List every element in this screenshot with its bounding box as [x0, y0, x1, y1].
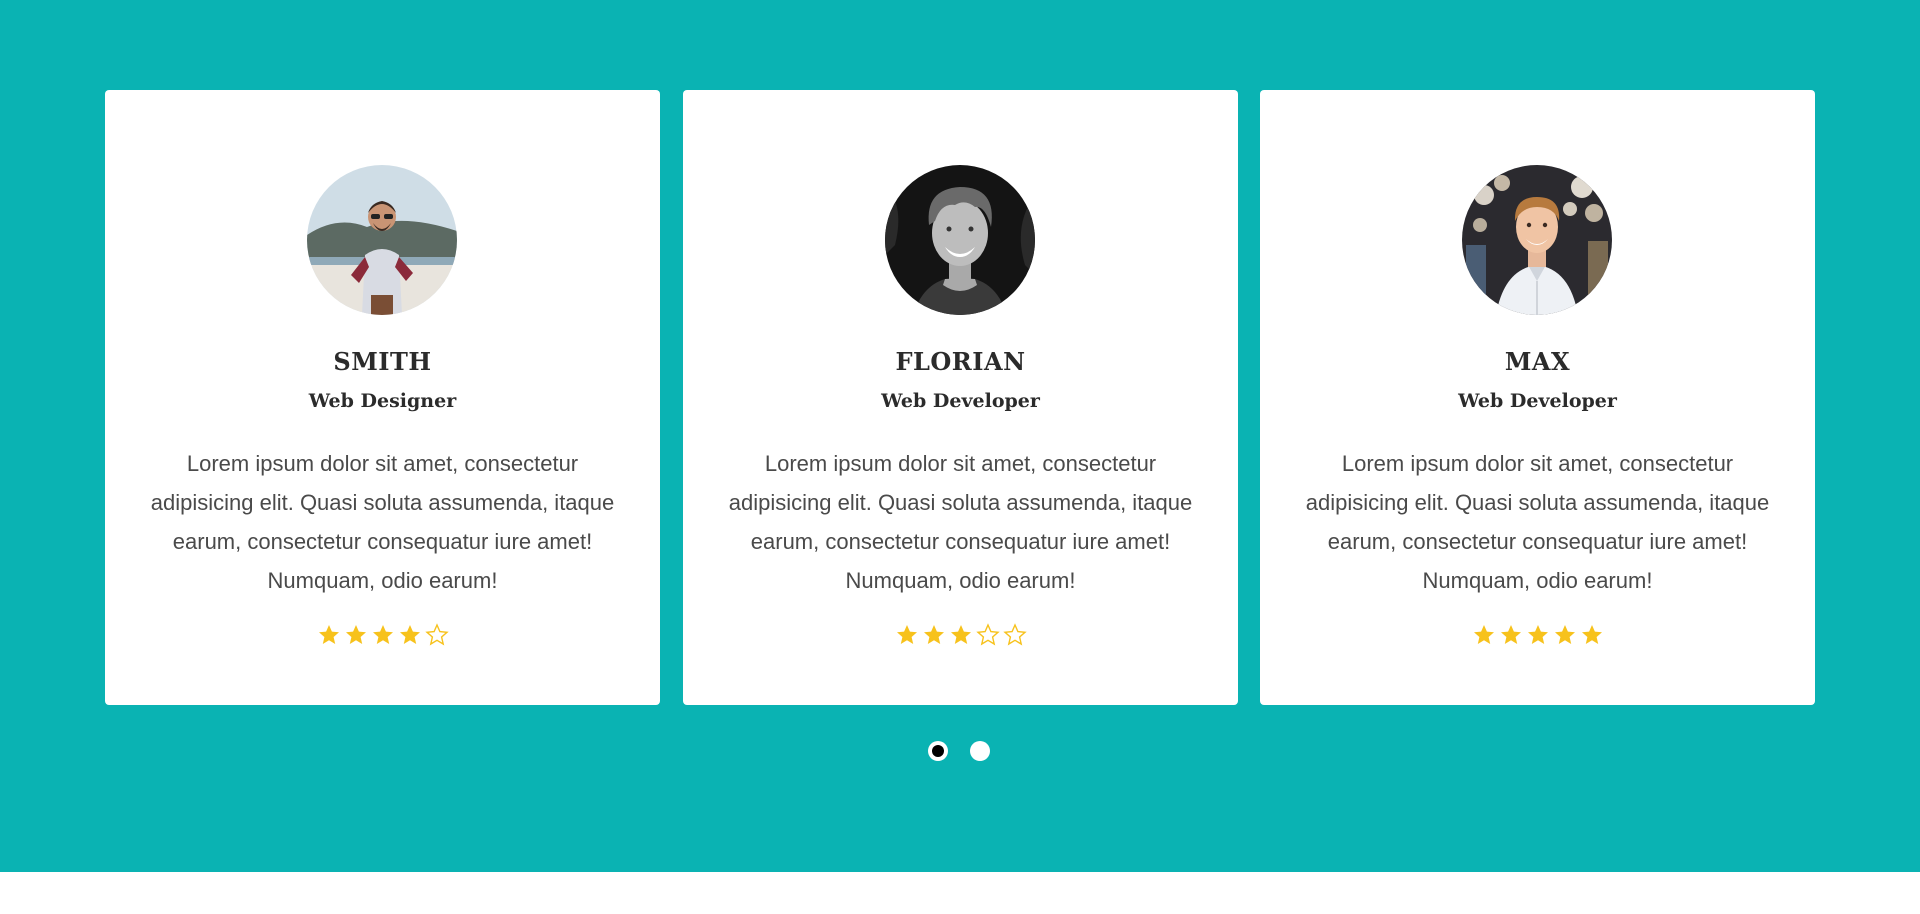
star-filled-icon [1581, 625, 1602, 644]
carousel-dot-2[interactable] [970, 741, 990, 761]
testimonial-role: Web Designer [308, 390, 457, 412]
avatar [885, 165, 1035, 315]
star-filled-icon [345, 625, 366, 644]
star-empty-icon [975, 623, 1000, 646]
star-rating [105, 623, 660, 655]
star-filled-icon [372, 625, 393, 644]
avatar-photo-icon [885, 165, 1035, 315]
testimonial-cards: SMITH Web Designer Lorem ipsum dolor sit… [105, 90, 1815, 705]
avatar-photo-icon [1462, 165, 1612, 315]
star-filled-icon [923, 625, 944, 644]
star-filled-icon [1554, 625, 1575, 644]
testimonials-section: SMITH Web Designer Lorem ipsum dolor sit… [0, 0, 1920, 872]
star-filled-icon [896, 625, 917, 644]
star-filled-icon [399, 625, 420, 644]
avatar [307, 165, 457, 315]
testimonial-card: MAX Web Developer Lorem ipsum dolor sit … [1260, 90, 1815, 705]
star-empty-icon [424, 623, 449, 646]
testimonial-role: Web Developer [881, 390, 1040, 412]
testimonial-name: MAX [1504, 347, 1571, 376]
avatar-photo-icon [307, 165, 457, 315]
star-filled-icon [318, 625, 339, 644]
testimonial-name: FLORIAN [895, 347, 1026, 376]
star-empty-icon [1002, 623, 1027, 646]
star-filled-icon [1473, 625, 1494, 644]
avatar [1462, 165, 1612, 315]
star-filled-icon [1527, 625, 1548, 644]
testimonial-name: SMITH [333, 347, 432, 376]
star-rating [1260, 623, 1815, 655]
carousel-dot-1[interactable] [928, 741, 948, 761]
star-filled-icon [950, 625, 971, 644]
testimonial-card: SMITH Web Designer Lorem ipsum dolor sit… [105, 90, 660, 705]
testimonial-role: Web Developer [1458, 390, 1617, 412]
star-rating [683, 623, 1238, 655]
testimonial-text: Lorem ipsum dolor sit amet, consectetur … [728, 451, 1193, 593]
testimonial-text: Lorem ipsum dolor sit amet, consectetur … [150, 451, 615, 593]
testimonial-text: Lorem ipsum dolor sit amet, consectetur … [1305, 451, 1770, 593]
star-filled-icon [1500, 625, 1521, 644]
carousel-pagination [928, 741, 998, 765]
testimonial-card: FLORIAN Web Developer Lorem ipsum dolor … [683, 90, 1238, 705]
